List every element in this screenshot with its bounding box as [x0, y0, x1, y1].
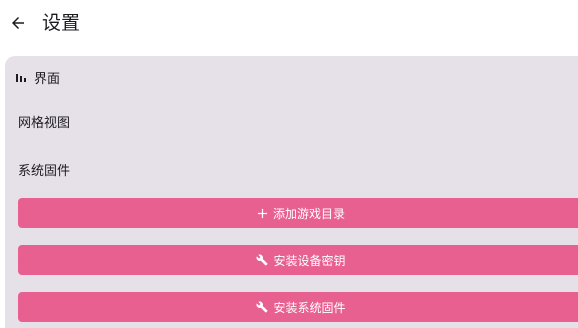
arrow-left-icon — [12, 17, 24, 29]
settings-card: 界面 网格视图 系统固件 添加游戏目录 安装设备密钥 安装系统固件 — [5, 56, 578, 328]
top-app-bar: 设置 — [0, 0, 578, 50]
back-button[interactable] — [6, 11, 30, 35]
settings-screen: 设置 界面 网格视图 系统固件 添加游戏目录 安装设备密钥 安装系统固件 — [0, 0, 578, 328]
install-device-keys-label: 安装设备密钥 — [273, 253, 346, 268]
add-game-directory-button[interactable]: 添加游戏目录 — [18, 198, 578, 228]
install-system-firmware-button[interactable]: 安装系统固件 — [18, 292, 578, 322]
wrench-icon — [256, 254, 268, 266]
add-game-directory-label: 添加游戏目录 — [272, 206, 345, 221]
install-system-firmware-label: 安装系统固件 — [273, 300, 346, 315]
page-title: 设置 — [42, 12, 81, 34]
install-device-keys-button[interactable]: 安装设备密钥 — [18, 245, 578, 275]
wrench-icon — [256, 301, 268, 313]
plus-icon — [257, 208, 268, 219]
bar-chart-icon — [15, 71, 27, 83]
grid-view-setting[interactable]: 网格视图 — [18, 112, 70, 131]
section-title: 界面 — [34, 71, 61, 87]
section-header: 界面 — [15, 67, 60, 87]
system-firmware-setting[interactable]: 系统固件 — [18, 160, 70, 179]
